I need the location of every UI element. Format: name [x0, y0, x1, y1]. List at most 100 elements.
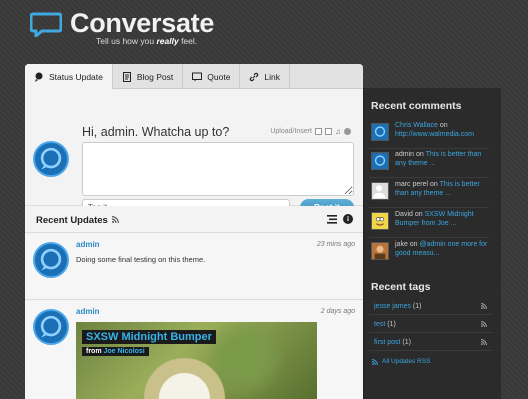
- audio-upload-icon[interactable]: ♫: [335, 127, 341, 136]
- comment-item: David on SXSW Midnight Bumper from Joe .…: [364, 210, 494, 238]
- main-panel: Status Update Blog Post Quote Link Hi, a…: [25, 64, 363, 399]
- info-icon[interactable]: i: [343, 214, 353, 224]
- default-avatar-icon: [372, 185, 386, 199]
- video-credit: from Joe Nicolosi: [82, 347, 149, 356]
- user-avatar-icon: [374, 126, 386, 137]
- comment-item: admin on This is better than any theme .…: [364, 150, 494, 178]
- tag-count: (1): [412, 303, 422, 310]
- post-author[interactable]: admin: [76, 307, 100, 316]
- tag-link[interactable]: first post: [374, 339, 400, 346]
- tag-link[interactable]: jesse james: [374, 303, 411, 310]
- list-view-icon[interactable]: [327, 215, 337, 224]
- upload-label: Upload/Insert: [270, 128, 312, 135]
- comment-on: on: [412, 211, 425, 218]
- tab-quote[interactable]: Quote: [183, 64, 241, 89]
- recent-tags-title: Recent tags: [371, 281, 431, 293]
- comment-item: marc perel on This is better than any th…: [364, 180, 494, 208]
- comment-author[interactable]: admin: [395, 151, 414, 158]
- user-avatar-icon: [40, 315, 62, 338]
- speech-bubble-logo-icon: [30, 12, 62, 37]
- comment-author[interactable]: marc perel: [395, 181, 428, 188]
- comment-on: on: [437, 122, 448, 129]
- divider: [369, 148, 489, 149]
- recent-updates-header: Recent Updates i: [25, 206, 363, 233]
- cartoon-avatar-icon: [376, 217, 384, 226]
- tag-item: first post (1): [369, 334, 493, 351]
- comment-on: on: [428, 181, 440, 188]
- avatar[interactable]: [371, 123, 389, 141]
- update-item: admin 2 days ago SXSW Midnight Bumper fr…: [25, 301, 363, 399]
- tab-label: Status Update: [49, 71, 103, 82]
- avatar[interactable]: [33, 141, 69, 177]
- all-updates-rss-label: All Updates RSS: [382, 358, 431, 365]
- logo-text: Conversate: [70, 8, 215, 38]
- avatar[interactable]: [371, 212, 389, 230]
- rss-icon[interactable]: [481, 303, 487, 309]
- user-avatar-icon: [374, 155, 386, 166]
- avatar[interactable]: [371, 242, 389, 260]
- avatar[interactable]: [33, 309, 69, 345]
- tab-label: Link: [264, 71, 281, 82]
- tab-status-update[interactable]: Status Update: [25, 64, 113, 90]
- post-time: 23 mins ago: [316, 241, 355, 248]
- comment-text: David on SXSW Midnight Bumper from Joe .…: [395, 210, 491, 228]
- tab-blog-post[interactable]: Blog Post: [113, 64, 184, 89]
- recent-updates-title: Recent Updates: [36, 215, 108, 226]
- comment-author[interactable]: jake: [395, 241, 408, 248]
- comment-item: Chris Wallace on http://www.walmedia.com: [364, 121, 494, 149]
- video-credit-name: Joe Nicolosi: [103, 348, 145, 355]
- comment-text: admin on This is better than any theme .…: [395, 150, 491, 168]
- user-avatar-icon: [40, 248, 62, 271]
- avatar[interactable]: [371, 182, 389, 200]
- post-body: Doing some final testing on this theme.: [76, 255, 206, 264]
- upload-insert: Upload/Insert ♫: [270, 127, 351, 136]
- tagline-prefix: Tell us how you: [96, 36, 157, 46]
- video-title: SXSW Midnight Bumper: [82, 330, 216, 344]
- composer-prompt: Hi, admin. Whatcha up to?: [82, 125, 230, 139]
- avatar[interactable]: [33, 242, 69, 278]
- sidebar: Recent comments Chris Wallace on http://…: [363, 88, 501, 399]
- media-upload-icon[interactable]: [344, 128, 351, 135]
- comment-on: on: [407, 241, 420, 248]
- divider: [369, 177, 489, 178]
- comment-author[interactable]: David: [395, 211, 413, 218]
- tag-link[interactable]: test: [374, 321, 385, 328]
- divider: [369, 207, 489, 208]
- rss-icon[interactable]: [481, 321, 487, 327]
- blog-post-icon: [122, 71, 131, 82]
- post-type-tabs: Status Update Blog Post Quote Link: [25, 64, 363, 90]
- status-icon: [35, 72, 43, 82]
- tag-item: jesse james (1): [369, 298, 493, 315]
- tagline: Tell us how you really feel.: [96, 36, 197, 46]
- comment-text: marc perel on This is better than any th…: [395, 180, 491, 198]
- post-author[interactable]: admin: [76, 240, 100, 249]
- tag-item: test (1): [369, 316, 493, 333]
- comment-text: Chris Wallace on http://www.walmedia.com: [395, 121, 491, 139]
- avatar[interactable]: [371, 152, 389, 170]
- tab-link[interactable]: Link: [240, 64, 291, 89]
- tagline-suffix: feel.: [178, 36, 198, 46]
- quote-icon: [192, 72, 203, 81]
- rss-icon[interactable]: [481, 339, 487, 345]
- post-time: 2 days ago: [320, 308, 355, 315]
- status-composer: Hi, admin. Whatcha up to? Upload/Insert …: [25, 89, 363, 216]
- update-item: admin 23 mins ago Doing some final testi…: [25, 234, 363, 300]
- rss-icon[interactable]: [112, 216, 119, 223]
- rss-icon: [372, 358, 378, 365]
- comment-item: jake on @admin one more for good measu..…: [364, 240, 494, 268]
- status-textarea[interactable]: [82, 142, 354, 196]
- all-updates-rss-link[interactable]: All Updates RSS: [372, 358, 430, 365]
- gallery-upload-icon[interactable]: [325, 128, 332, 135]
- tab-label: Quote: [207, 71, 231, 82]
- image-upload-icon[interactable]: [315, 128, 322, 135]
- comment-author[interactable]: Chris Wallace: [395, 122, 438, 129]
- user-avatar-icon: [40, 147, 62, 170]
- post-video-thumbnail[interactable]: SXSW Midnight Bumper from Joe Nicolosi: [76, 322, 317, 399]
- comment-text: jake on @admin one more for good measu..…: [395, 240, 491, 258]
- divider: [369, 237, 489, 238]
- link-icon: [250, 72, 259, 81]
- tab-label: Blog Post: [136, 71, 174, 82]
- video-credit-prefix: from: [86, 348, 104, 355]
- tag-count: (1): [387, 321, 396, 328]
- comment-link[interactable]: http://www.walmedia.com: [395, 131, 474, 138]
